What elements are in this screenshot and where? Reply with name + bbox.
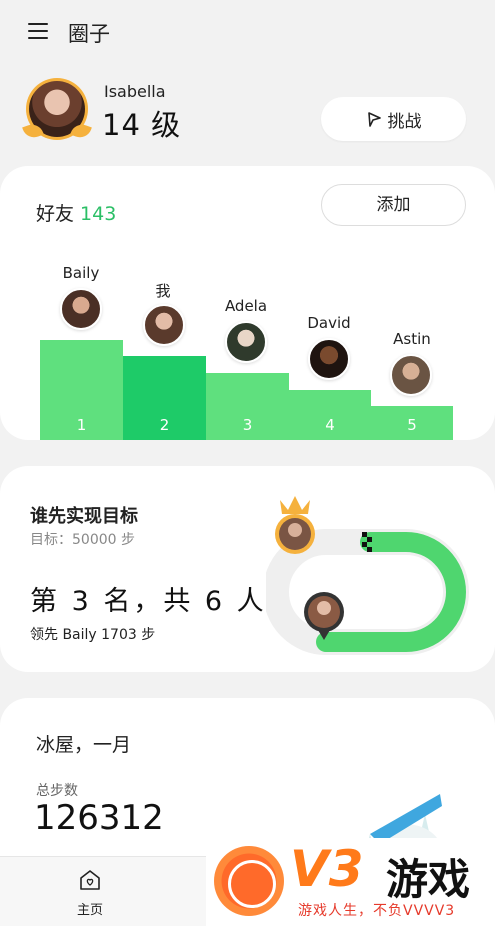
leaderboard-bar-3: 3 bbox=[206, 373, 289, 440]
nav-home-label: 主页 bbox=[76, 903, 103, 918]
user-level: 14 级 bbox=[102, 108, 182, 142]
rank-number-2: 2 bbox=[159, 416, 170, 434]
rank-number-1: 1 bbox=[76, 416, 87, 434]
total-steps-label: 总步数 bbox=[36, 783, 78, 799]
friends-label: 好友 bbox=[36, 203, 75, 225]
watermark: V3 游戏 游戏人生，不负VVVV3 bbox=[206, 838, 495, 926]
race-card[interactable]: 谁先实现目标 目标：50000 步 第 3 名，共 6 人 领先 Baily 1… bbox=[0, 466, 495, 672]
friend-avatar-2[interactable] bbox=[143, 304, 185, 346]
friend-avatar-1[interactable] bbox=[60, 288, 102, 330]
leaderboard-bar-1: 1 bbox=[40, 340, 123, 440]
race-lead: 领先 Baily 1703 步 bbox=[30, 627, 156, 643]
watermark-logo-icon bbox=[214, 846, 284, 916]
menu-icon[interactable] bbox=[28, 23, 48, 39]
crown-icon bbox=[280, 496, 310, 514]
rank-number-4: 4 bbox=[325, 416, 335, 434]
watermark-brand: V3 bbox=[290, 840, 364, 898]
friend-avatar-4[interactable] bbox=[308, 338, 350, 380]
page-title: 圈子 bbox=[68, 22, 110, 46]
race-rank: 第 3 名，共 6 人 bbox=[30, 586, 267, 617]
race-goal: 目标：50000 步 bbox=[30, 532, 135, 548]
friend-name-1: Baily bbox=[62, 264, 100, 282]
flag-icon bbox=[367, 112, 381, 127]
friends-title: 好友 143 bbox=[36, 199, 116, 226]
challenge-button[interactable]: 挑战 bbox=[321, 97, 466, 141]
add-friend-button[interactable]: 添加 bbox=[321, 184, 466, 226]
race-track bbox=[266, 496, 469, 655]
cabin-title: 冰屋，一月 bbox=[36, 734, 132, 756]
leaderboard-bar-2: 2 bbox=[123, 356, 206, 440]
leaderboard-bar-5: 5 bbox=[371, 406, 453, 440]
leaderboard-bar-4: 4 bbox=[289, 390, 371, 440]
friend-name-5: Astin bbox=[393, 330, 431, 348]
watermark-name: 游戏 bbox=[386, 855, 471, 904]
home-icon bbox=[80, 870, 100, 890]
friend-avatar-5[interactable] bbox=[390, 354, 432, 396]
challenge-label: 挑战 bbox=[387, 111, 422, 132]
top-bar: 圈子 bbox=[0, 0, 495, 64]
rank-number-3: 3 bbox=[242, 416, 253, 434]
profile-header: Isabella 14 级 挑战 bbox=[0, 72, 495, 152]
friends-count: 143 bbox=[80, 203, 117, 225]
friends-card: 好友 143 添加 Baily 1 我 2 Adela 3 David 4 Ast… bbox=[0, 166, 495, 440]
friend-name-4: David bbox=[307, 314, 351, 332]
total-steps-value: 126312 bbox=[34, 798, 164, 838]
friend-name-2: 我 bbox=[155, 282, 171, 300]
race-title: 谁先实现目标 bbox=[30, 506, 138, 527]
rank-number-5: 5 bbox=[407, 416, 417, 434]
user-name: Isabella bbox=[104, 82, 166, 101]
friend-avatar-3[interactable] bbox=[225, 321, 267, 363]
watermark-slogan: 游戏人生，不负VVVV3 bbox=[298, 903, 456, 919]
nav-home[interactable]: 主页 bbox=[64, 867, 116, 918]
friend-name-3: Adela bbox=[224, 297, 268, 315]
